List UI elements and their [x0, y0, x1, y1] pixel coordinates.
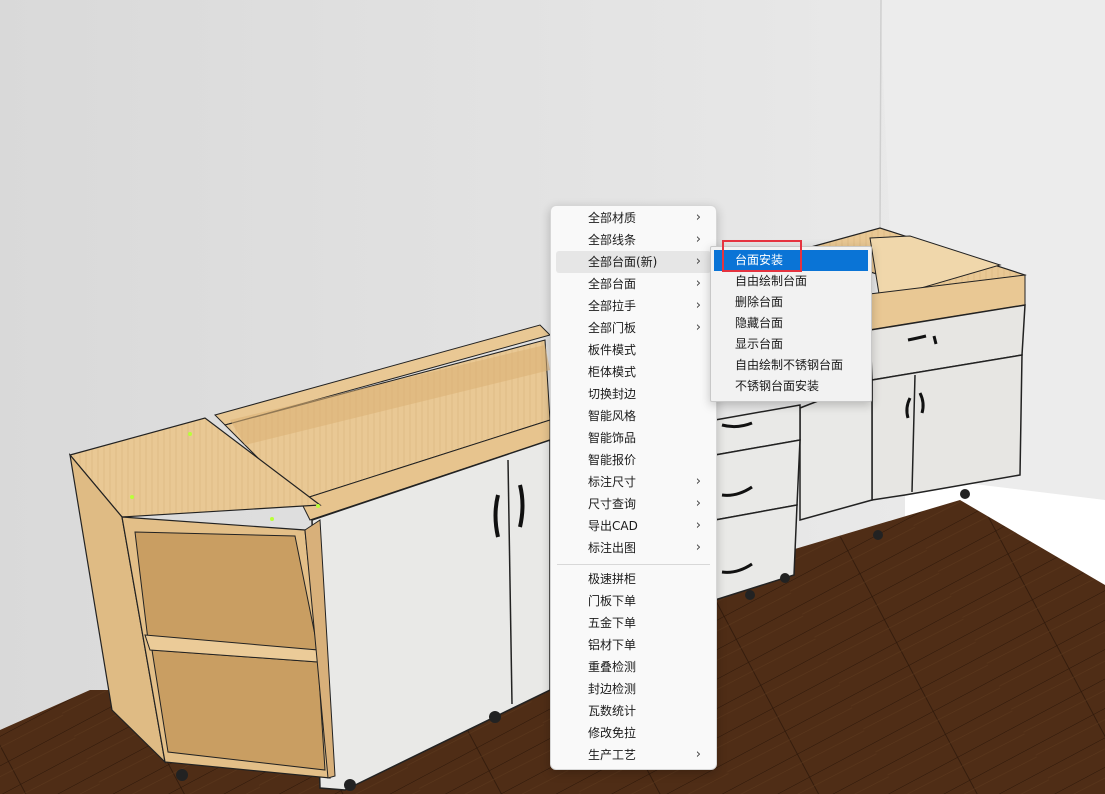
menu-item-annotate-dimensions[interactable]: 标注尺寸 ›	[556, 471, 711, 493]
chevron-right-icon: ›	[695, 210, 701, 225]
chevron-right-icon: ›	[695, 320, 701, 335]
menu-item-cabinet-mode[interactable]: 柜体模式	[556, 361, 711, 383]
submenu-item-hide-countertop[interactable]: 隐藏台面	[714, 313, 868, 334]
menu-item-door-order[interactable]: 门板下单	[556, 590, 711, 612]
menu-item-overlap-check[interactable]: 重叠检测	[556, 656, 711, 678]
submenu-item-freeform-steel-countertop[interactable]: 自由绘制不锈钢台面	[714, 355, 868, 376]
chevron-right-icon: ›	[695, 540, 701, 555]
annotation-highlight-box	[722, 240, 802, 272]
menu-item-edge-check[interactable]: 封边检测	[556, 678, 711, 700]
menu-item-export-cad[interactable]: 导出CAD ›	[556, 515, 711, 537]
submenu-item-delete-countertop[interactable]: 删除台面	[714, 292, 868, 313]
drawer-cabinet[interactable]	[714, 404, 801, 602]
menu-item-annotate-drawing[interactable]: 标注出图 ›	[556, 537, 711, 559]
menu-item-toggle-edge[interactable]: 切换封边	[556, 383, 711, 405]
menu-item-quick-assemble[interactable]: 极速拼柜	[556, 568, 711, 590]
chevron-right-icon: ›	[695, 254, 701, 269]
context-menu: 全部材质 › 全部线条 › 全部台面(新) › 全部台面 › 全部拉手 › 全部门板 › 板…	[550, 205, 717, 770]
chevron-right-icon: ›	[695, 232, 701, 247]
chevron-right-icon: ›	[695, 276, 701, 291]
menu-item-dimension-query[interactable]: 尺寸查询 ›	[556, 493, 711, 515]
menu-item-wattage-stats[interactable]: 瓦数统计	[556, 700, 711, 722]
submenu-item-steel-countertop-install[interactable]: 不锈钢台面安装	[714, 376, 868, 397]
submenu-item-show-countertop[interactable]: 显示台面	[714, 334, 868, 355]
chevron-right-icon: ›	[695, 518, 701, 533]
chevron-right-icon: ›	[695, 298, 701, 313]
menu-item-smart-quote[interactable]: 智能报价	[556, 449, 711, 471]
menu-item-modify-handleless[interactable]: 修改免拉	[556, 722, 711, 744]
menu-item-all-handles[interactable]: 全部拉手 ›	[556, 295, 711, 317]
menu-item-hardware-order[interactable]: 五金下单	[556, 612, 711, 634]
chevron-right-icon: ›	[695, 496, 701, 511]
menu-item-production-process[interactable]: 生产工艺 ›	[556, 744, 711, 766]
menu-item-panel-mode[interactable]: 板件模式	[556, 339, 711, 361]
menu-item-smart-decor[interactable]: 智能饰品	[556, 427, 711, 449]
wall-corner	[879, 0, 882, 233]
menu-separator	[557, 564, 710, 565]
submenu-item-freeform-countertop[interactable]: 自由绘制台面	[714, 271, 868, 292]
chevron-right-icon: ›	[695, 474, 701, 489]
menu-item-all-materials[interactable]: 全部材质 ›	[556, 207, 711, 229]
menu-item-all-countertops-new[interactable]: 全部台面(新) ›	[556, 251, 711, 273]
chevron-right-icon: ›	[695, 747, 701, 762]
menu-item-all-lines[interactable]: 全部线条 ›	[556, 229, 711, 251]
menu-item-all-countertops[interactable]: 全部台面 ›	[556, 273, 711, 295]
menu-item-all-doors[interactable]: 全部门板 ›	[556, 317, 711, 339]
menu-item-smart-style[interactable]: 智能风格	[556, 405, 711, 427]
menu-item-aluminum-order[interactable]: 铝材下单	[556, 634, 711, 656]
